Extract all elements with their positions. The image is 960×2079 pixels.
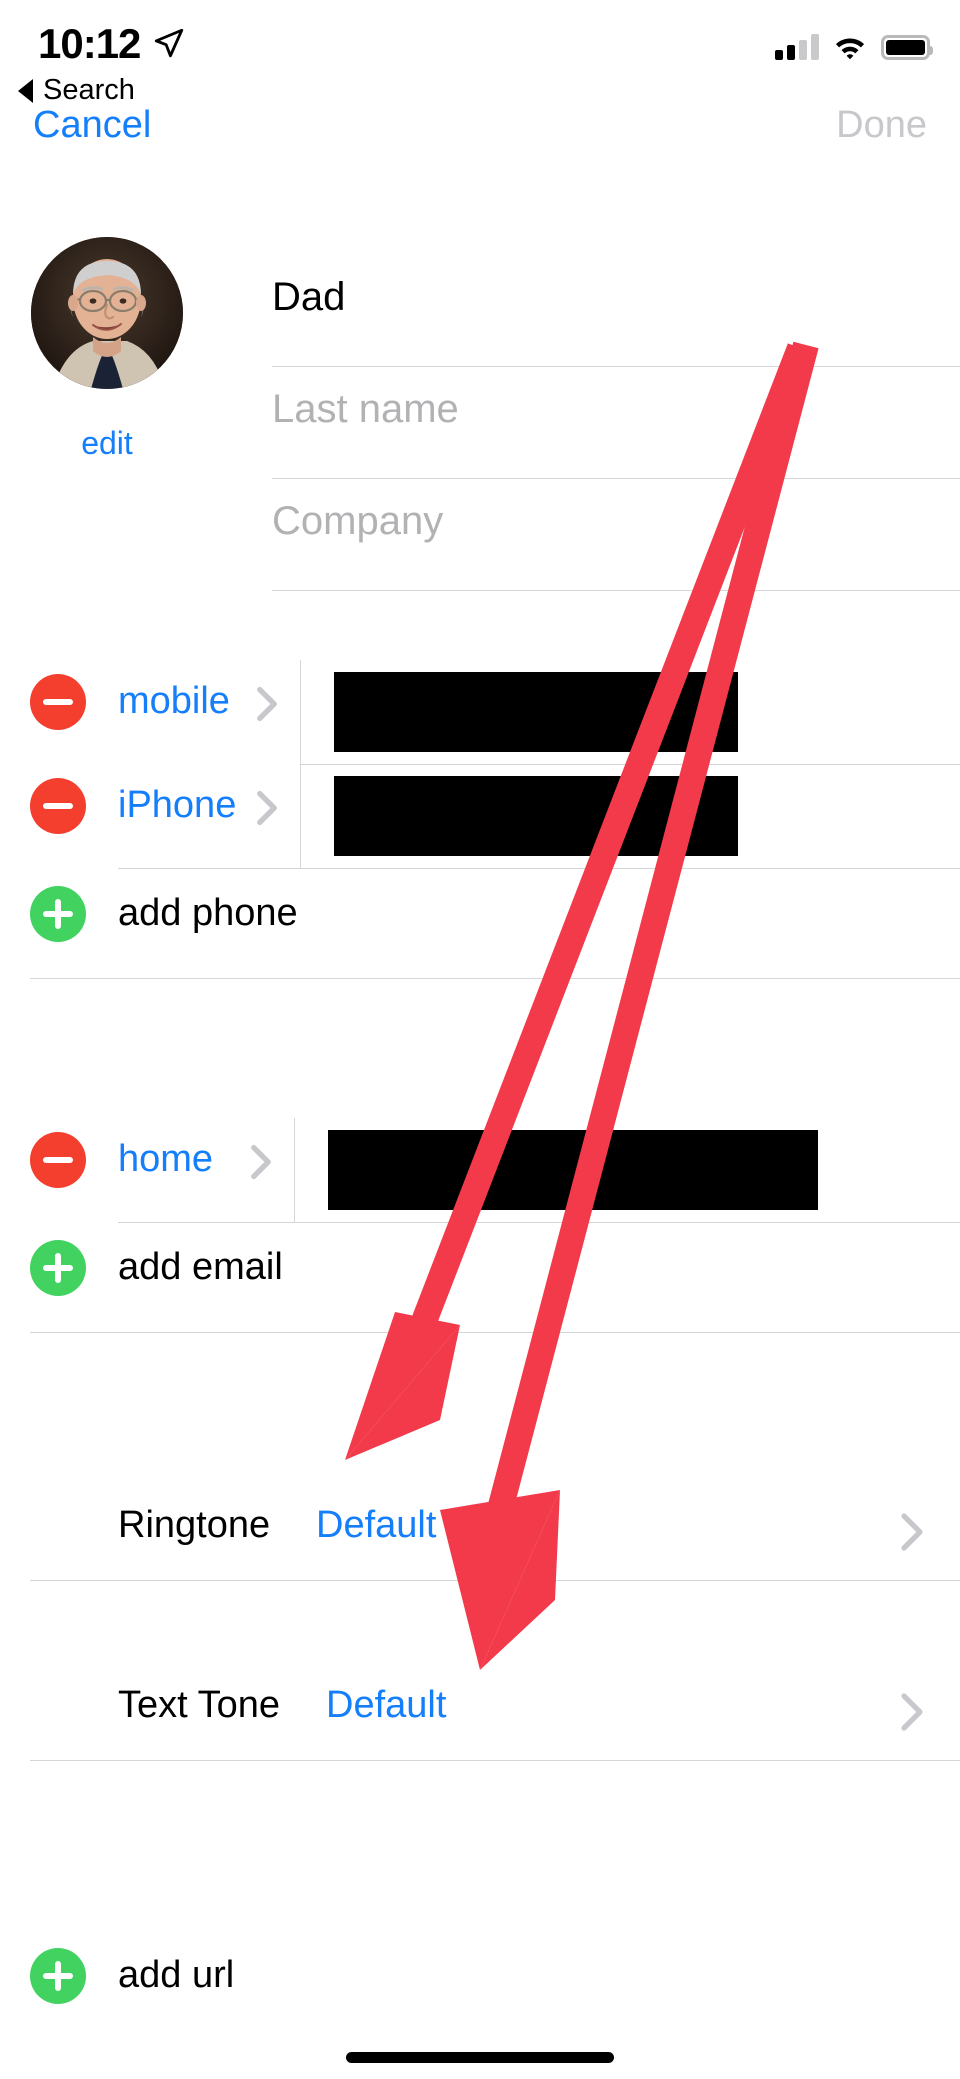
status-bar-indicators xyxy=(775,34,933,60)
wifi-icon xyxy=(835,38,865,60)
home-indicator[interactable] xyxy=(346,2052,614,2063)
company-field[interactable]: Company xyxy=(232,479,960,591)
status-bar: 10:12 xyxy=(0,0,960,96)
status-bar-time: 10:12 xyxy=(38,20,141,67)
done-button[interactable]: Done xyxy=(836,104,927,147)
row-divider xyxy=(300,764,301,868)
first-name-value: Dad xyxy=(272,275,346,319)
add-email-label: add email xyxy=(118,1246,283,1288)
add-email-button[interactable]: add email xyxy=(0,1222,960,1320)
chevron-right-icon xyxy=(901,1693,923,1731)
email-label-home[interactable]: home xyxy=(118,1138,213,1181)
ringtone-label: Ringtone xyxy=(118,1504,271,1546)
location-arrow-icon xyxy=(154,28,184,58)
add-url-label: add url xyxy=(118,1954,235,1996)
first-name-field[interactable]: Dad xyxy=(232,255,960,367)
name-fields: Dad Last name Company xyxy=(232,255,960,591)
cellular-signal-icon xyxy=(775,34,819,60)
contact-edit-screen: 10:12 Search Cancel Done edit Dad Last n… xyxy=(0,0,960,2079)
plus-circle-icon[interactable] xyxy=(30,1948,86,2004)
separator xyxy=(30,978,960,979)
back-label: Search xyxy=(43,74,135,106)
separator xyxy=(30,1580,960,1581)
phone-row-iphone[interactable]: iPhone xyxy=(0,764,960,868)
separator xyxy=(30,1332,960,1333)
row-divider xyxy=(300,660,301,764)
avatar[interactable] xyxy=(31,237,183,389)
add-phone-label: add phone xyxy=(118,892,298,934)
last-name-field[interactable]: Last name xyxy=(232,367,960,479)
phone-value-redacted-iphone xyxy=(334,776,738,856)
text-tone-row[interactable]: Text Tone Default xyxy=(0,1660,960,1764)
ringtone-value[interactable]: Default xyxy=(316,1504,436,1547)
minus-circle-icon[interactable] xyxy=(30,1132,86,1188)
minus-circle-icon[interactable] xyxy=(30,674,86,730)
email-row-home[interactable]: home xyxy=(0,1118,960,1222)
battery-full-icon xyxy=(881,35,933,60)
chevron-right-icon xyxy=(257,790,277,826)
edit-photo-link[interactable]: edit xyxy=(31,425,183,462)
phone-row-mobile[interactable]: mobile xyxy=(0,660,960,764)
navigation-bar: Cancel Done xyxy=(0,104,960,172)
text-tone-value[interactable]: Default xyxy=(326,1684,446,1727)
add-phone-button[interactable]: add phone xyxy=(0,868,960,966)
last-name-placeholder: Last name xyxy=(272,387,459,431)
company-placeholder: Company xyxy=(272,499,444,543)
minus-circle-icon[interactable] xyxy=(30,778,86,834)
chevron-right-icon xyxy=(251,1144,271,1180)
chevron-right-icon xyxy=(901,1513,923,1551)
add-url-button[interactable]: add url xyxy=(0,1930,960,2028)
plus-circle-icon[interactable] xyxy=(30,886,86,942)
email-value-redacted-home xyxy=(328,1130,818,1210)
text-tone-label: Text Tone xyxy=(118,1684,280,1726)
back-triangle-icon xyxy=(18,78,33,103)
row-divider xyxy=(294,1118,295,1222)
plus-circle-icon[interactable] xyxy=(30,1240,86,1296)
separator xyxy=(30,1760,960,1761)
phone-label-iphone[interactable]: iPhone xyxy=(118,784,236,827)
chevron-right-icon xyxy=(257,686,277,722)
phone-label-mobile[interactable]: mobile xyxy=(118,680,230,723)
ringtone-row[interactable]: Ringtone Default xyxy=(0,1480,960,1584)
back-to-search-button[interactable]: Search xyxy=(18,74,135,107)
cancel-button[interactable]: Cancel xyxy=(33,104,151,147)
phone-value-redacted-mobile xyxy=(334,672,738,752)
